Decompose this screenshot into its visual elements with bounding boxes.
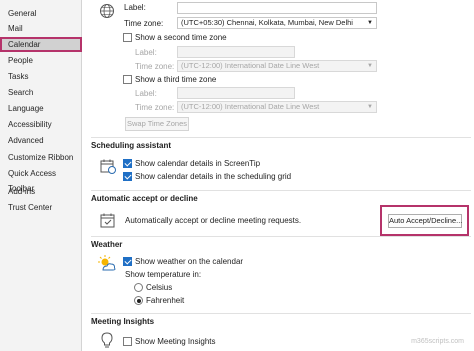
dropdown-arrow-icon: ▼ (367, 104, 373, 110)
second-label-caption: Label: (135, 48, 157, 57)
calendar-check-icon (99, 211, 117, 231)
fahrenheit-label: Fahrenheit (146, 296, 185, 305)
section-divider (91, 190, 471, 191)
third-label-caption: Label: (135, 89, 157, 98)
sidebar-item-search[interactable]: Search (0, 85, 82, 100)
second-label-input[interactable] (177, 46, 295, 58)
section-divider (91, 236, 471, 237)
primary-time-zone-value: (UTC+05:30) Chennai, Kolkata, Mumbai, Ne… (181, 18, 353, 27)
auto-accept-decline-button[interactable]: Auto Accept/Decline... (388, 214, 462, 228)
auto-accept-title: Automatic accept or decline (91, 194, 198, 203)
screentip-label: Show calendar details in ScreenTip (135, 159, 261, 168)
show-meeting-insights-checkbox[interactable] (123, 337, 132, 346)
section-divider (91, 137, 471, 138)
sidebar-item-add-ins[interactable]: Add-ins (0, 184, 82, 199)
auto-accept-description: Automatically accept or decline meeting … (125, 216, 302, 225)
globe-icon (99, 3, 115, 21)
show-meeting-insights-label: Show Meeting Insights (135, 337, 216, 346)
third-time-zone-checkbox[interactable] (123, 75, 132, 84)
scheduling-grid-label: Show calendar details in the scheduling … (135, 172, 292, 181)
primary-label-caption: Label: (124, 3, 146, 12)
third-time-zone-caption: Time zone: (135, 103, 175, 112)
meeting-insights-title: Meeting Insights (91, 317, 155, 326)
celsius-label: Celsius (146, 283, 173, 292)
sidebar-item-people[interactable]: People (0, 53, 82, 68)
swap-time-zones-button[interactable]: Swap Time Zones (125, 117, 189, 131)
show-weather-checkbox[interactable] (123, 257, 132, 266)
scheduling-grid-checkbox[interactable] (123, 172, 132, 181)
sidebar-item-mail[interactable]: Mail (0, 21, 82, 36)
scheduling-calendar-icon (99, 157, 117, 177)
dropdown-arrow-icon: ▼ (367, 20, 373, 26)
screentip-checkbox[interactable] (123, 159, 132, 168)
second-time-zone-caption: Time zone: (135, 62, 175, 71)
watermark: m365scripts.com (411, 338, 464, 345)
sidebar-item-advanced[interactable]: Advanced (0, 133, 82, 148)
sidebar-item-language[interactable]: Language (0, 101, 82, 116)
fahrenheit-radio[interactable] (134, 296, 143, 305)
sidebar-item-calendar[interactable]: Calendar (0, 37, 82, 52)
primary-time-zone-caption: Time zone: (124, 19, 164, 28)
weather-title: Weather (91, 240, 123, 249)
lightbulb-icon (99, 331, 115, 351)
sidebar-item-customize-ribbon[interactable]: Customize Ribbon (0, 150, 82, 165)
weather-sun-cloud-icon (97, 254, 117, 276)
second-time-zone-checkbox[interactable] (123, 33, 132, 42)
options-sidebar: General Mail Calendar People Tasks Searc… (0, 0, 82, 351)
third-time-zone-value: (UTC-12:00) International Date Line West (181, 102, 320, 111)
dropdown-arrow-icon: ▼ (367, 63, 373, 69)
third-label-input[interactable] (177, 87, 295, 99)
second-time-zone-value: (UTC-12:00) International Date Line West (181, 61, 320, 70)
section-divider (91, 313, 471, 314)
second-time-zone-select[interactable]: (UTC-12:00) International Date Line West… (177, 60, 377, 72)
second-time-zone-label: Show a second time zone (135, 33, 227, 42)
sidebar-item-trust-center[interactable]: Trust Center (0, 200, 82, 215)
sidebar-item-tasks[interactable]: Tasks (0, 69, 82, 84)
calendar-options-panel: Label: Time zone: (UTC+05:30) Chennai, K… (83, 0, 474, 351)
temperature-caption: Show temperature in: (125, 270, 202, 279)
primary-time-zone-select[interactable]: (UTC+05:30) Chennai, Kolkata, Mumbai, Ne… (177, 17, 377, 29)
sidebar-item-general[interactable]: General (0, 6, 82, 21)
primary-label-input[interactable] (177, 2, 377, 14)
scheduling-assistant-title: Scheduling assistant (91, 141, 172, 150)
show-weather-label: Show weather on the calendar (135, 257, 244, 266)
third-time-zone-select[interactable]: (UTC-12:00) International Date Line West… (177, 101, 377, 113)
celsius-radio[interactable] (134, 283, 143, 292)
sidebar-item-accessibility[interactable]: Accessibility (0, 117, 82, 132)
third-time-zone-label: Show a third time zone (135, 75, 217, 84)
sidebar-item-quick-access-toolbar[interactable]: Quick Access Toolbar (0, 166, 82, 193)
